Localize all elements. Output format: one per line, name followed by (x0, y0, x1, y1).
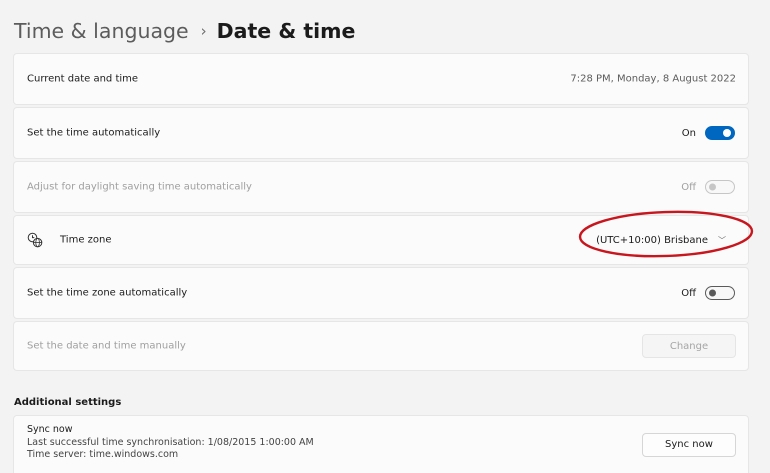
globe-clock-icon (27, 232, 43, 248)
toggle-knob (709, 183, 716, 191)
breadcrumb-parent[interactable]: Time & language (14, 19, 189, 43)
change-button[interactable]: Change (642, 334, 736, 358)
breadcrumb: Time & language › Date & time (14, 14, 355, 48)
current-date-time-row: Current date and time 7:28 PM, Monday, 8… (13, 53, 749, 105)
dst-row: Adjust for daylight saving time automati… (13, 161, 749, 213)
last-sync-text: Last successful time synchronisation: 1/… (27, 436, 314, 448)
timezone-dropdown[interactable]: (UTC+10:00) Brisbane ﹀ (584, 229, 736, 251)
toggle-knob (709, 289, 716, 297)
auto-timezone-toggle[interactable] (705, 286, 735, 300)
auto-timezone-state: Off (681, 287, 696, 299)
sync-title: Sync now (27, 424, 73, 435)
dst-toggle[interactable] (705, 180, 735, 194)
auto-timezone-label: Set the time zone automatically (27, 287, 188, 299)
chevron-down-icon: ﹀ (718, 235, 726, 245)
timezone-label: Time zone (60, 234, 112, 246)
dst-label: Adjust for daylight saving time automati… (27, 181, 252, 193)
time-server-text: Time server: time.windows.com (27, 449, 179, 460)
dst-state: Off (681, 181, 696, 193)
auto-timezone-row: Set the time zone automatically Off (13, 267, 749, 319)
additional-settings-header: Additional settings (14, 397, 122, 408)
auto-timezone-toggle-group: Off (681, 286, 735, 300)
auto-time-state: On (681, 127, 696, 139)
auto-time-label: Set the time automatically (27, 127, 161, 139)
manual-time-row: Set the date and time manually Change (13, 321, 749, 371)
auto-time-row: Set the time automatically On (13, 107, 749, 159)
sync-now-row: Sync now Last successful time synchronis… (13, 415, 749, 473)
timezone-selected-value: (UTC+10:00) Brisbane (596, 234, 708, 246)
auto-time-toggle-group: On (682, 126, 735, 140)
manual-time-label: Set the date and time manually (27, 340, 186, 352)
current-date-time-value: 7:28 PM, Monday, 8 August 2022 (570, 73, 736, 85)
sync-now-button[interactable]: Sync now (642, 432, 736, 457)
auto-time-toggle[interactable] (705, 126, 735, 140)
timezone-row: Time zone (UTC+10:00) Brisbane ﹀ (13, 215, 749, 265)
current-date-time-label: Current date and time (27, 73, 139, 85)
sync-info: Sync now Last successful time synchronis… (27, 424, 314, 462)
page-title: Date & time (216, 19, 356, 43)
toggle-knob (723, 129, 731, 137)
dst-toggle-group: Off (681, 180, 735, 194)
breadcrumb-separator-icon: › (200, 22, 207, 40)
